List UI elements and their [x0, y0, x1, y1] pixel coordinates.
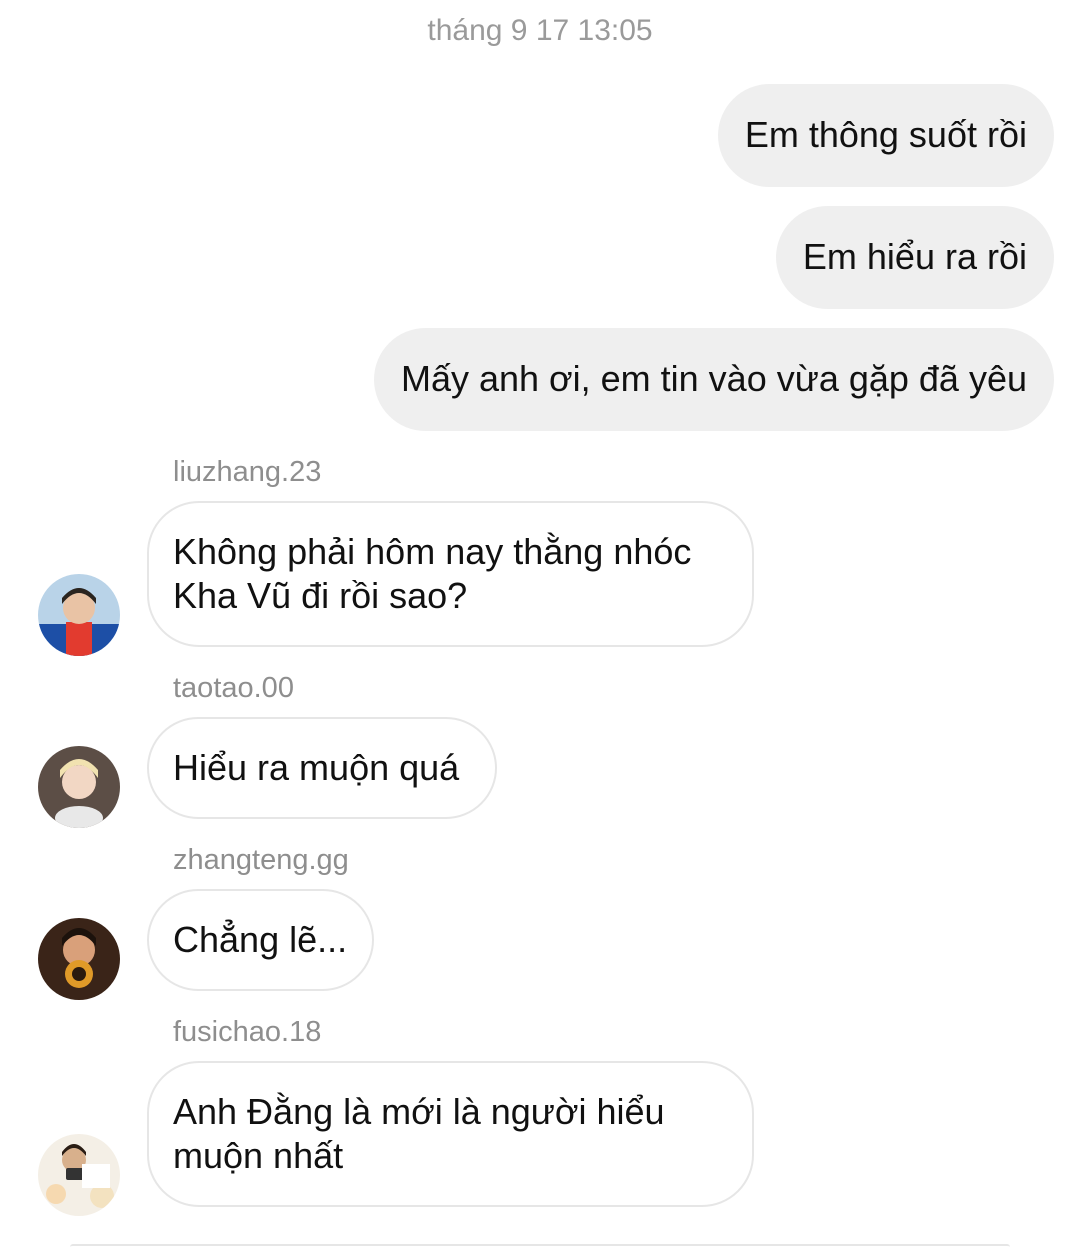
message-text-line: muộn nhất — [173, 1135, 344, 1176]
message-text-line: Anh Đằng là mới là người hiểu — [173, 1091, 665, 1132]
message-text: Em hiểu ra rồi — [802, 236, 1027, 277]
avatar[interactable] — [38, 574, 120, 656]
incoming-message[interactable]: Anh Đằng là mới là người hiểu muộn nhất — [147, 1061, 754, 1207]
bottom-divider — [70, 1244, 1010, 1250]
sender-name: liuzhang.23 — [173, 456, 322, 488]
timestamp: tháng 9 17 13:05 — [427, 14, 653, 47]
outgoing-message[interactable]: Mấy anh ơi, em tin vào vừa gặp đã yêu — [373, 328, 1054, 431]
incoming-message[interactable]: Không phải hôm nay thằng nhóc Kha Vũ đi … — [147, 501, 754, 647]
avatar[interactable] — [38, 918, 120, 1000]
message-text-line: Không phải hôm nay thằng nhóc — [173, 531, 692, 572]
incoming-message[interactable]: Hiểu ra muộn quá — [147, 717, 497, 819]
sender-name: fusichao.18 — [173, 1016, 322, 1048]
message-text-line: Hiểu ra muộn quá — [173, 747, 460, 788]
sender-name: zhangteng.gg — [173, 844, 349, 876]
message-text: Em thông suốt rồi — [744, 114, 1027, 155]
outgoing-message[interactable]: Em hiểu ra rồi — [775, 206, 1054, 309]
message-text-line: Chẳng lẽ... — [173, 919, 348, 960]
sender-name: taotao.00 — [173, 672, 294, 704]
avatar[interactable] — [38, 746, 120, 828]
message-text-line: Kha Vũ đi rồi sao? — [173, 575, 468, 616]
incoming-message[interactable]: Chẳng lẽ... — [147, 889, 374, 991]
message-text: Mấy anh ơi, em tin vào vừa gặp đã yêu — [400, 358, 1027, 399]
outgoing-message[interactable]: Em thông suốt rồi — [717, 84, 1054, 187]
avatar[interactable] — [38, 1134, 120, 1216]
